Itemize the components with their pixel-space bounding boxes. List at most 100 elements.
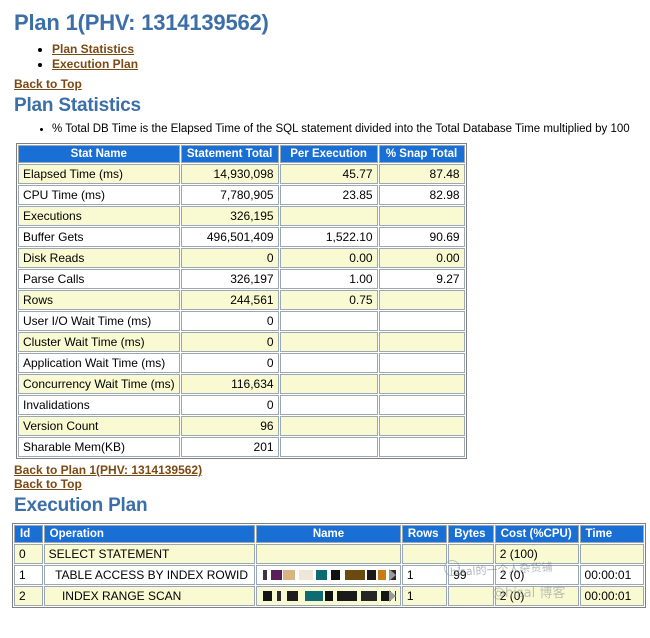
- overflow-arrow-icon: [388, 569, 396, 581]
- cell-stat-name: Elapsed Time (ms): [18, 164, 180, 184]
- back-to-top-link[interactable]: Back to Top: [14, 77, 646, 91]
- cell-statement-total: 0: [180, 311, 279, 331]
- table-row: Executions 326,195: [18, 206, 465, 226]
- cell-stat-name: Invalidations: [18, 395, 180, 415]
- column-header-id: Id: [14, 525, 43, 543]
- cell-time: [579, 544, 644, 564]
- cell-name: [256, 544, 401, 564]
- cell-stat-name: CPU Time (ms): [18, 185, 180, 205]
- plan-statistics-backlinks: Back to Plan 1(PHV: 1314139562) Back to …: [14, 463, 646, 491]
- cell-statement-total: 326,197: [180, 269, 279, 289]
- overflow-arrow-icon: [388, 590, 396, 602]
- execution-plan-heading: Execution Plan: [14, 495, 148, 516]
- cell-per-execution: 0.00: [279, 248, 378, 268]
- cell-stat-name: Application Wait Time (ms): [18, 353, 180, 373]
- cell-operation: SELECT STATEMENT: [43, 544, 256, 564]
- toc-link-execution-plan[interactable]: Execution Plan: [52, 57, 138, 71]
- cell-bytes: 99: [448, 565, 494, 585]
- cell-snap-total: 9.27: [378, 269, 465, 289]
- page-title: Plan 1(PHV: 1314139562): [14, 10, 269, 35]
- cell-id: 2: [14, 586, 43, 606]
- cell-snap-total: [378, 374, 465, 394]
- list-item: Execution Plan: [52, 57, 646, 71]
- back-to-plan-link[interactable]: Back to Plan 1(PHV: 1314139562): [14, 463, 646, 477]
- redacted-name-blocks: [261, 568, 396, 582]
- cell-statement-total: 201: [180, 437, 279, 457]
- table-header-row: Id Operation Name Rows Bytes Cost (%CPU)…: [14, 525, 644, 543]
- plan-statistics-heading: Plan Statistics: [14, 95, 141, 116]
- execution-plan-body: 0 SELECT STATEMENT 2 (100) 1 TABLE ACCES…: [14, 544, 644, 606]
- cell-rows: 1: [401, 565, 448, 585]
- cell-stat-name: Disk Reads: [18, 248, 180, 268]
- column-header-snap-total: % Snap Total: [378, 145, 465, 163]
- cell-name-redacted: [256, 586, 401, 606]
- column-header-per-execution: Per Execution: [279, 145, 378, 163]
- cell-statement-total: 244,561: [180, 290, 279, 310]
- cell-operation: TABLE ACCESS BY INDEX ROWID: [43, 565, 256, 585]
- cell-stat-name: Executions: [18, 206, 180, 226]
- cell-snap-total: [378, 416, 465, 436]
- column-header-operation: Operation: [43, 525, 256, 543]
- column-header-rows: Rows: [401, 525, 448, 543]
- cell-statement-total: 7,780,905: [180, 185, 279, 205]
- cell-rows: [401, 544, 448, 564]
- cell-per-execution: [279, 206, 378, 226]
- table-row: 2 INDEX RANGE SCAN 1 2 (0) 00:00:01: [14, 586, 644, 606]
- cell-per-execution: 23.85: [279, 185, 378, 205]
- table-row: Elapsed Time (ms) 14,930,098 45.77 87.48: [18, 164, 465, 184]
- table-row: Concurrency Wait Time (ms) 116,634: [18, 374, 465, 394]
- cell-id: 1: [14, 565, 43, 585]
- toc-link-plan-statistics[interactable]: Plan Statistics: [52, 42, 134, 56]
- top-backlinks: Back to Top: [14, 77, 646, 91]
- column-header-name: Name: [256, 525, 401, 543]
- column-header-cost: Cost (%CPU): [494, 525, 579, 543]
- table-row: Application Wait Time (ms) 0: [18, 353, 465, 373]
- cell-snap-total: [378, 311, 465, 331]
- cell-time: 00:00:01: [579, 565, 644, 585]
- cell-snap-total: 0.00: [378, 248, 465, 268]
- cell-stat-name: Sharable Mem(KB): [18, 437, 180, 457]
- cell-statement-total: 0: [180, 353, 279, 373]
- cell-snap-total: [378, 290, 465, 310]
- cell-snap-total: [378, 332, 465, 352]
- table-row: Rows 244,561 0.75: [18, 290, 465, 310]
- table-row: 0 SELECT STATEMENT 2 (100): [14, 544, 644, 564]
- cell-id: 0: [14, 544, 43, 564]
- plan-statistics-body: Elapsed Time (ms) 14,930,098 45.77 87.48 CP…: [18, 164, 465, 457]
- cell-stat-name: Buffer Gets: [18, 227, 180, 247]
- redacted-name-blocks: [261, 589, 396, 603]
- table-row: Parse Calls 326,197 1.00 9.27: [18, 269, 465, 289]
- column-header-stat-name: Stat Name: [18, 145, 180, 163]
- cell-per-execution: 1.00: [279, 269, 378, 289]
- plan-statistics-notes: % Total DB Time is the Elapsed Time of t…: [8, 123, 646, 135]
- cell-snap-total: [378, 395, 465, 415]
- cell-statement-total: 0: [180, 332, 279, 352]
- plan-statistics-table: Stat Name Statement Total Per Execution …: [16, 143, 467, 459]
- cell-bytes: [448, 544, 494, 564]
- cell-cost: 2 (0): [494, 565, 579, 585]
- table-row: Sharable Mem(KB) 201: [18, 437, 465, 457]
- cell-snap-total: [378, 437, 465, 457]
- cell-cost: 2 (100): [494, 544, 579, 564]
- cell-snap-total: [378, 206, 465, 226]
- back-to-top-link-2[interactable]: Back to Top: [14, 477, 646, 491]
- cell-cost: 2 (0): [494, 586, 579, 606]
- cell-operation: INDEX RANGE SCAN: [43, 586, 256, 606]
- list-item: Plan Statistics: [52, 42, 646, 56]
- report-page: Plan 1(PHV: 1314139562) Plan Statistics …: [0, 0, 650, 608]
- cell-per-execution: 45.77: [279, 164, 378, 184]
- cell-name-redacted: [256, 565, 401, 585]
- cell-stat-name: Version Count: [18, 416, 180, 436]
- cell-statement-total: 96: [180, 416, 279, 436]
- cell-statement-total: 14,930,098: [180, 164, 279, 184]
- table-row: Disk Reads 0 0.00 0.00: [18, 248, 465, 268]
- table-row: CPU Time (ms) 7,780,905 23.85 82.98: [18, 185, 465, 205]
- table-row: Version Count 96: [18, 416, 465, 436]
- cell-stat-name: Concurrency Wait Time (ms): [18, 374, 180, 394]
- cell-per-execution: 1,522.10: [279, 227, 378, 247]
- column-header-statement-total: Statement Total: [180, 145, 279, 163]
- column-header-bytes: Bytes: [448, 525, 494, 543]
- cell-bytes: [448, 586, 494, 606]
- cell-statement-total: 116,634: [180, 374, 279, 394]
- table-header-row: Stat Name Statement Total Per Execution …: [18, 145, 465, 163]
